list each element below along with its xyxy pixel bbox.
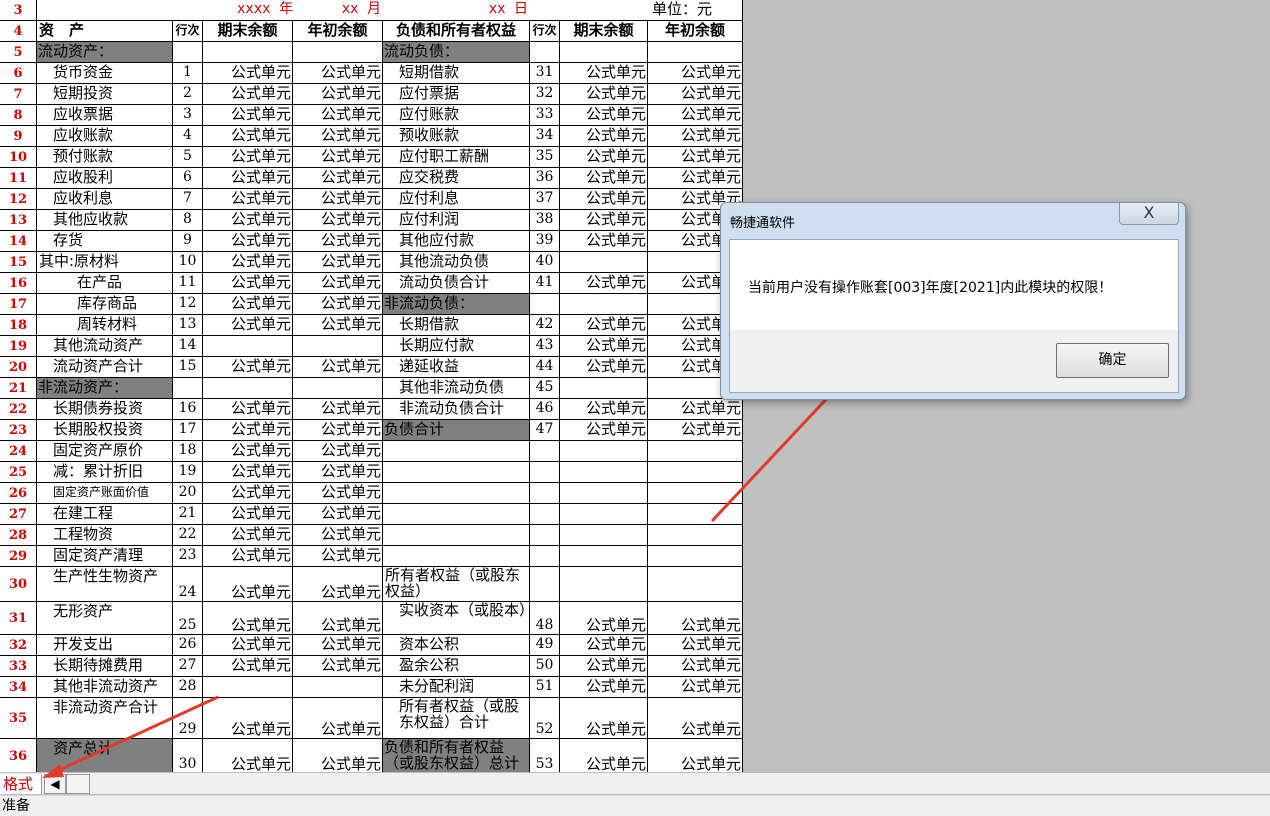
- ok-button[interactable]: 确定: [1056, 343, 1169, 378]
- permission-dialog: 畅捷通软件 X 当前用户没有操作账套[003]年度[2021]内此模块的权限！ …: [720, 202, 1186, 400]
- arrow-line-2: [54, 695, 219, 774]
- annotation-arrows: [42, 316, 905, 778]
- close-button[interactable]: X: [1119, 203, 1179, 225]
- arrow-head-2: [42, 764, 64, 778]
- dialog-message: 当前用户没有操作账套[003]年度[2021]内此模块的权限！: [748, 280, 1113, 296]
- dialog-body: 当前用户没有操作账套[003]年度[2021]内此模块的权限！ 确定: [729, 239, 1179, 393]
- dialog-content: 当前用户没有操作账套[003]年度[2021]内此模块的权限！: [730, 240, 1178, 330]
- dialog-title: 畅捷通软件: [730, 216, 796, 231]
